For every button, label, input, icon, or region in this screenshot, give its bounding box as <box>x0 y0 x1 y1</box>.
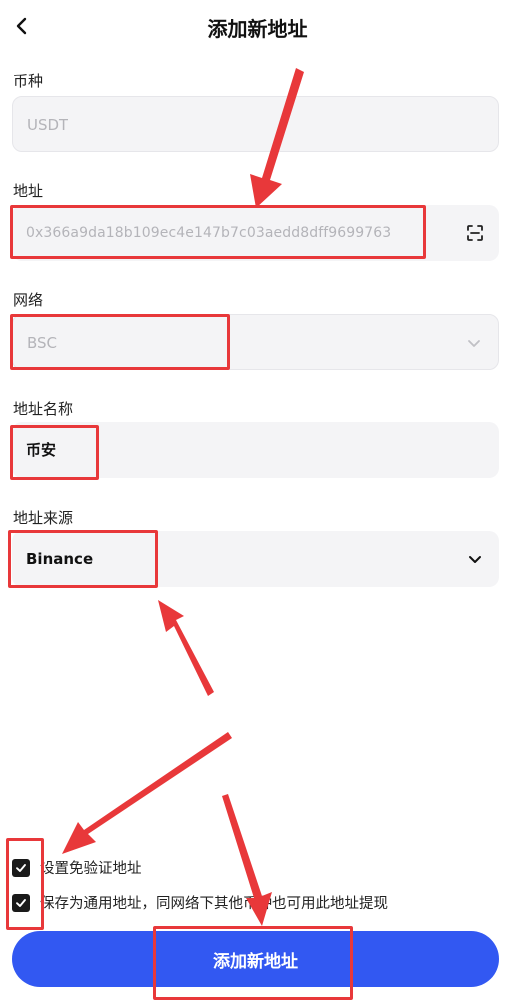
skip-verification-checkbox[interactable] <box>12 858 30 877</box>
universal-address-option[interactable]: 保存为通用地址，同网络下其他币种也可用此地址提现 <box>12 892 388 913</box>
check-icon <box>16 898 26 907</box>
address-label: 地址 <box>13 182 44 200</box>
address-source-select[interactable]: Binance <box>12 531 499 587</box>
annotation-arrow-source <box>158 600 214 696</box>
network-select: BSC <box>12 314 499 370</box>
add-address-button[interactable]: 添加新地址 <box>12 931 499 987</box>
chevron-down-icon <box>469 556 481 563</box>
address-value: 0x366a9da18b109ec4e147b7c03aedd8dff96997… <box>26 225 392 241</box>
skip-verification-label: 设置免验证地址 <box>40 861 142 877</box>
address-name-label: 地址名称 <box>13 400 74 418</box>
currency-value: USDT <box>27 116 69 134</box>
universal-address-label: 保存为通用地址，同网络下其他币种也可用此地址提现 <box>40 896 388 912</box>
address-name-value: 币安 <box>26 441 57 459</box>
network-label: 网络 <box>13 291 44 309</box>
address-source-label: 地址来源 <box>13 509 74 527</box>
address-name-input[interactable]: 币安 <box>12 422 499 478</box>
currency-label: 币种 <box>13 72 44 90</box>
address-source-value: Binance <box>26 550 94 568</box>
chevron-down-icon <box>468 340 480 347</box>
scan-icon[interactable] <box>465 223 485 243</box>
page-title: 添加新地址 <box>207 17 308 41</box>
address-input[interactable]: 0x366a9da18b109ec4e147b7c03aedd8dff96997… <box>12 205 499 261</box>
check-icon <box>16 863 26 872</box>
currency-field: USDT <box>12 96 499 152</box>
network-value: BSC <box>27 334 58 352</box>
skip-verification-option[interactable]: 设置免验证地址 <box>12 857 142 878</box>
annotation-arrow-checkboxes <box>62 732 232 854</box>
annotation-box-checkboxes <box>6 838 44 930</box>
header: 添加新地址 <box>0 0 515 52</box>
universal-address-checkbox[interactable] <box>12 893 30 912</box>
